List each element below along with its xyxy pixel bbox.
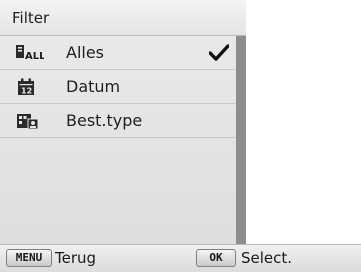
menu-item-label: Datum [66,77,121,96]
svg-text:12: 12 [21,87,32,96]
calendar-date-icon: 12 [16,78,44,96]
menu-item-label: Alles [66,43,105,62]
back-label: Terug [55,249,97,267]
file-type-icon [16,112,44,130]
menu-key-badge[interactable]: MENU [6,249,52,267]
menu-item-datum[interactable]: 12 Datum [0,70,236,104]
screen: Filter ALL Alles 12 Datum Best.type MENU… [0,0,361,272]
scrollbar-thumb[interactable] [236,36,246,244]
bottom-bar: MENU Terug OK Select. [0,244,361,272]
menu-item-label: Best.type [66,111,143,130]
menu-item-best-type[interactable]: Best.type [0,104,236,138]
panel-header: Filter [0,0,246,36]
checkmark-icon [208,44,230,61]
panel-title: Filter [12,9,50,27]
svg-text:ALL: ALL [25,51,44,62]
all-files-icon: ALL [16,44,46,62]
filter-panel: Filter ALL Alles 12 Datum Best.type [0,0,246,244]
menu-item-alles[interactable]: ALL Alles [0,36,236,70]
select-label: Select. [241,249,293,267]
ok-key-badge[interactable]: OK [196,249,236,267]
